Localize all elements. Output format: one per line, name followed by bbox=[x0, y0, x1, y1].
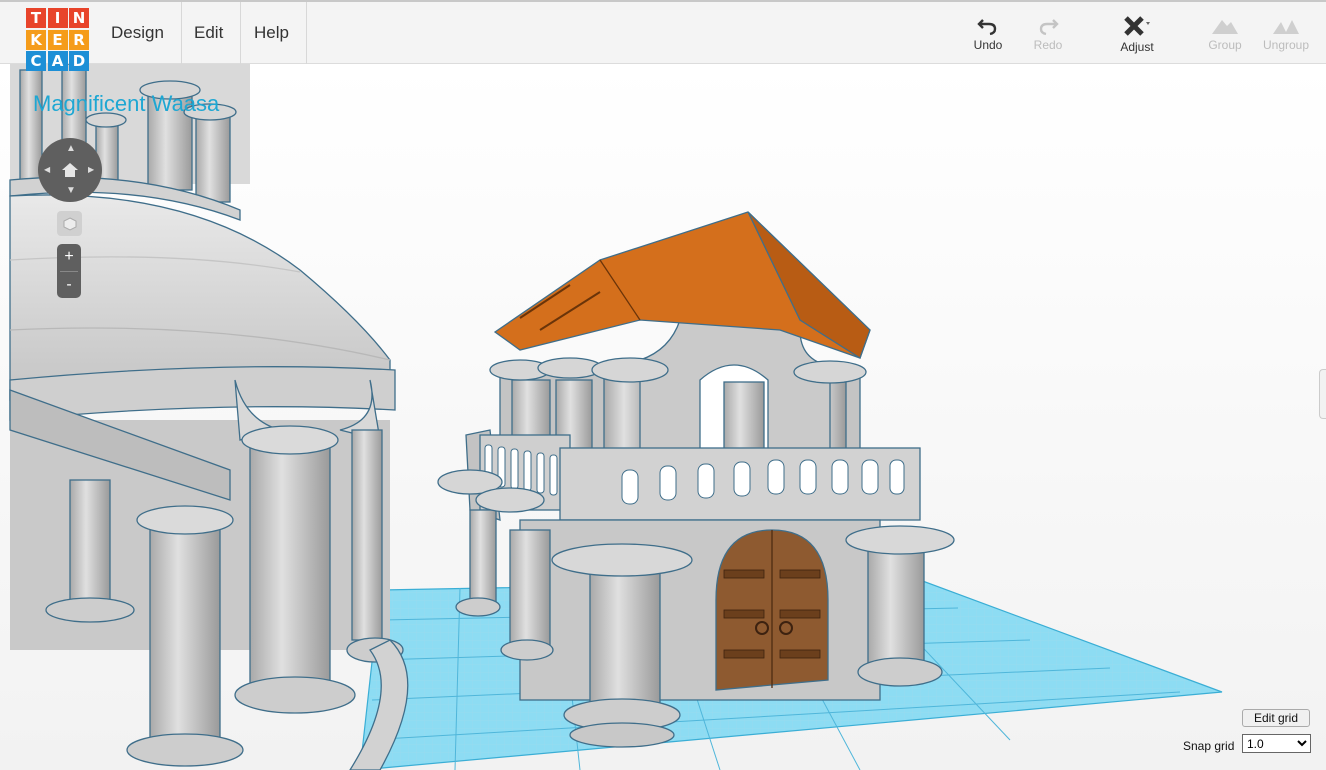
zoom-in-button[interactable]: + bbox=[57, 244, 81, 270]
menu-help-label: Help bbox=[254, 23, 289, 42]
redo-button[interactable]: Redo bbox=[1018, 16, 1078, 62]
orbit-left-arrow-icon[interactable]: ◀ bbox=[44, 165, 50, 175]
tinkercad-logo[interactable]: T I N K E R C A D bbox=[26, 8, 89, 71]
scene-canvas bbox=[0, 64, 1326, 770]
snap-grid-select[interactable]: 1.0 bbox=[1242, 734, 1311, 753]
menu-help[interactable]: Help bbox=[237, 2, 307, 64]
logo-letter: A bbox=[47, 51, 68, 71]
logo-letter: K bbox=[26, 29, 46, 50]
ungroup-label: Ungroup bbox=[1262, 38, 1310, 52]
ungroup-icon bbox=[1273, 20, 1299, 34]
menu-design[interactable]: Design bbox=[94, 2, 182, 64]
undo-button[interactable]: Undo bbox=[958, 16, 1018, 62]
orbit-up-arrow-icon[interactable]: ▲ bbox=[66, 144, 76, 154]
logo-letter: R bbox=[69, 29, 89, 50]
ungroup-button[interactable]: Ungroup bbox=[1256, 16, 1316, 62]
undo-label: Undo bbox=[973, 38, 1003, 52]
orbit-down-arrow-icon[interactable]: ▼ bbox=[66, 186, 76, 196]
group-icon bbox=[1212, 20, 1238, 34]
logo-letter: D bbox=[69, 51, 89, 71]
side-panel-tab[interactable] bbox=[1319, 369, 1326, 419]
logo-letter: T bbox=[26, 8, 46, 28]
adjust-label: Adjust bbox=[1120, 40, 1154, 54]
menu-edit-label: Edit bbox=[194, 23, 224, 42]
home-view-icon[interactable] bbox=[62, 163, 78, 177]
zoom-out-button[interactable]: - bbox=[57, 272, 81, 298]
logo-letter: I bbox=[47, 8, 68, 28]
3d-viewport[interactable] bbox=[0, 64, 1326, 770]
logo-letter: C bbox=[26, 51, 46, 71]
top-toolbar: Design Edit Help Undo Redo Adjust Group … bbox=[0, 0, 1326, 64]
snap-grid-label: Snap grid bbox=[1183, 739, 1235, 753]
redo-icon bbox=[1039, 19, 1059, 36]
cube-view-icon bbox=[63, 216, 76, 231]
adjust-icon bbox=[1124, 16, 1150, 36]
group-label: Group bbox=[1208, 38, 1242, 52]
adjust-button[interactable]: Adjust bbox=[1107, 16, 1167, 62]
perspective-toggle-button[interactable] bbox=[57, 211, 82, 236]
menu-design-label: Design bbox=[111, 23, 164, 42]
zoom-control: + - bbox=[57, 244, 81, 298]
orbit-right-arrow-icon[interactable]: ▶ bbox=[88, 165, 94, 175]
undo-icon bbox=[977, 19, 997, 36]
orbit-control[interactable]: ▲ ▼ ◀ ▶ bbox=[38, 138, 102, 202]
logo-letter: E bbox=[47, 29, 68, 50]
design-title[interactable]: Magnificent Waasa bbox=[33, 91, 219, 117]
redo-label: Redo bbox=[1033, 38, 1063, 52]
edit-grid-button[interactable]: Edit grid bbox=[1242, 709, 1310, 727]
menu-edit[interactable]: Edit bbox=[177, 2, 242, 64]
logo-letter: N bbox=[69, 8, 89, 28]
group-button[interactable]: Group bbox=[1195, 16, 1255, 62]
